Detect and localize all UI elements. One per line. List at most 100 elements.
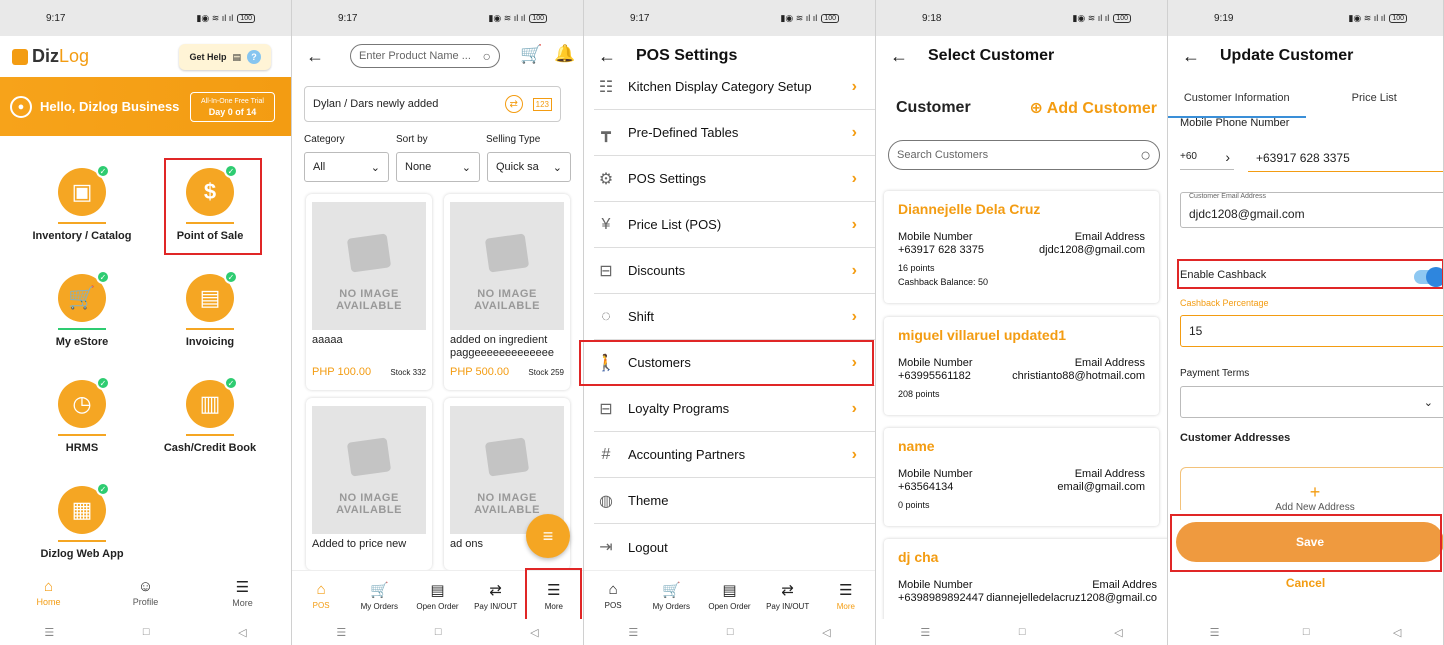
back-arrow-icon[interactable]: ←	[890, 46, 908, 67]
nav-profile[interactable]: ☺ Profile	[116, 578, 176, 607]
tile-inventory[interactable]: ▣ ✓ Inventory / Catalog	[27, 164, 137, 242]
product-card[interactable]: NO IMAGE AVAILABLE aaaaa PHP 100.00 Stoc…	[306, 194, 432, 390]
system-nav: ☰ □ ◁	[292, 619, 583, 645]
bell-icon[interactable]: 🔔	[554, 44, 575, 64]
tile-label: HRMS	[65, 442, 99, 454]
selling-type-select[interactable]: Quick sa ⌄	[487, 152, 571, 182]
screenshot-strip: 9:17 ▮◉ ≋ ıl ıl 100 DizLog Get Help ▤? ● H…	[0, 0, 1444, 645]
menu-icon[interactable]: ☰	[920, 626, 930, 639]
menu-icon[interactable]: ☰	[1210, 626, 1220, 639]
get-help-button[interactable]: Get Help ▤?	[179, 44, 271, 70]
battery-icon: 100	[529, 13, 547, 23]
product-search-input[interactable]: Enter Product Name ... ○	[350, 44, 500, 68]
swap-icon[interactable]: ⇄	[504, 95, 523, 113]
receipt-icon: ▤	[722, 581, 737, 599]
menu-icon[interactable]: ☰	[44, 626, 54, 639]
trial-badge[interactable]: All-In-One Free Trial Day 0 of 14	[189, 92, 275, 122]
back-arrow-icon[interactable]: ←	[1182, 46, 1200, 67]
home-square-icon[interactable]: □	[1019, 626, 1026, 638]
cashback-percentage-input[interactable]: 15	[1180, 315, 1443, 347]
tile-hrms[interactable]: ◷ ✓ HRMS	[27, 376, 137, 454]
add-address-button[interactable]: + Add New Address	[1180, 467, 1443, 515]
nav-my-orders[interactable]: 🛒 My Orders	[643, 581, 699, 611]
selected-customer-bar[interactable]: Dylan / Dars newly added ⇄ 123	[304, 86, 561, 122]
menu-icon[interactable]: ☰	[628, 626, 638, 639]
back-triangle-icon[interactable]: ◁	[530, 626, 538, 639]
status-time: 9:17	[630, 12, 650, 24]
sort-select[interactable]: None ⌄	[396, 152, 480, 182]
product-card[interactable]: NO IMAGE AVAILABLE Added to price new	[306, 398, 432, 570]
country-code-select[interactable]: +60 ›	[1180, 144, 1234, 170]
customer-cashback: Cashback Balance: 50	[898, 277, 989, 287]
nav-pos[interactable]: ⌂ POS	[293, 581, 349, 610]
menu-item-logout[interactable]: ⇥ Logout	[594, 524, 875, 570]
menu-item-pos-settings[interactable]: ⚙ POS Settings ›	[594, 156, 875, 202]
tile-web-app[interactable]: ▦ ✓ Dizlog Web App	[27, 482, 137, 560]
tab-customer-information[interactable]: Customer Information	[1168, 86, 1306, 118]
menu-item-discounts[interactable]: ⊟ Discounts ›	[594, 248, 875, 294]
back-triangle-icon[interactable]: ◁	[822, 626, 830, 639]
menu-item-tables[interactable]: ┳ Pre-Defined Tables ›	[594, 110, 875, 156]
home-square-icon[interactable]: □	[435, 626, 442, 638]
hash-icon: #	[601, 445, 611, 463]
home-square-icon[interactable]: □	[727, 626, 734, 638]
back-triangle-icon[interactable]: ◁	[1393, 626, 1401, 639]
highlight-box	[164, 158, 262, 255]
gear-icon: ⚙	[598, 170, 614, 188]
customer-card[interactable]: dj cha Mobile Number Email Addres +639898…	[884, 539, 1167, 629]
home-square-icon[interactable]: □	[143, 626, 150, 638]
tab-bar: Customer Information Price List	[1168, 86, 1443, 118]
payment-terms-select[interactable]: ⌄	[1180, 386, 1443, 418]
back-arrow-icon[interactable]: ←	[306, 46, 324, 67]
menu-item-price-list[interactable]: ¥ Price List (POS) ›	[594, 202, 875, 248]
customer-card[interactable]: name Mobile Number Email Address +6356413…	[884, 428, 1159, 526]
product-card[interactable]: NO IMAGE AVAILABLE added on ingredient p…	[444, 194, 570, 390]
mobile-input[interactable]: +63917 628 3375	[1248, 144, 1443, 172]
nav-pay-in-out[interactable]: ⇄ Pay IN/OUT	[468, 581, 524, 611]
tile-label: Invoicing	[185, 336, 235, 348]
back-triangle-icon[interactable]: ◁	[1114, 626, 1122, 639]
nav-my-orders[interactable]: 🛒 My Orders	[351, 581, 407, 611]
menu-item-theme[interactable]: ◍ Theme	[594, 478, 875, 524]
menu-fab-button[interactable]: ≡	[526, 514, 570, 558]
greeting-text: Hello, Dizlog Business	[40, 99, 180, 114]
nav-home[interactable]: ⌂ Home	[19, 578, 79, 607]
menu-item-accounting[interactable]: # Accounting Partners ›	[594, 432, 875, 478]
nav-open-order[interactable]: ▤ Open Order	[409, 581, 465, 611]
check-icon: ✓	[96, 482, 110, 496]
customer-card[interactable]: Diannejelle Dela Cruz Mobile Number Email…	[884, 191, 1159, 303]
app-header: DizLog Get Help ▤?	[0, 36, 291, 77]
tile-bar	[186, 328, 234, 330]
chevron-right-icon: ›	[851, 215, 857, 233]
back-triangle-icon[interactable]: ◁	[238, 626, 246, 639]
nav-more[interactable]: ☰ More	[818, 581, 874, 611]
email-input[interactable]: Customer Email Address djdc1208@gmail.co…	[1180, 192, 1443, 228]
tile-cash-credit-book[interactable]: ▥ ✓ Cash/Credit Book	[155, 376, 265, 454]
numpad-icon[interactable]: 123	[532, 97, 552, 111]
tile-estore[interactable]: 🛒 ✓ My eStore	[27, 270, 137, 348]
customer-search-input[interactable]: Search Customers ○	[888, 140, 1160, 170]
nav-open-order[interactable]: ▤ Open Order	[701, 581, 757, 611]
cancel-button[interactable]: Cancel	[1168, 576, 1443, 590]
customer-card[interactable]: miguel villaruel updated1 Mobile Number E…	[884, 317, 1159, 415]
profile-icon: ☺	[137, 578, 154, 595]
category-select[interactable]: All ⌄	[304, 152, 389, 182]
battery-icon: 100	[821, 13, 839, 23]
product-image-placeholder: NO IMAGE AVAILABLE	[450, 202, 564, 330]
tab-price-list[interactable]: Price List	[1306, 86, 1444, 118]
menu-item-kitchen-display[interactable]: ☷ Kitchen Display Category Setup ›	[594, 64, 875, 110]
menu-item-loyalty[interactable]: ⊟ Loyalty Programs ›	[594, 386, 875, 432]
menu-icon[interactable]: ☰	[336, 626, 346, 639]
nav-pos[interactable]: ⌂ POS	[585, 581, 641, 610]
tile-invoicing[interactable]: ▤ ✓ Invoicing	[155, 270, 265, 348]
cart-icon[interactable]: 🛒	[520, 44, 542, 65]
home-square-icon[interactable]: □	[1303, 626, 1310, 638]
category-label: Category	[304, 134, 345, 145]
menu-item-shift[interactable]: ◌ Shift ›	[594, 294, 875, 340]
add-customer-button[interactable]: ⊕ Add Customer	[1030, 98, 1158, 118]
chevron-right-icon: ›	[851, 399, 857, 417]
page-title: Update Customer	[1220, 47, 1354, 64]
nav-more[interactable]: ☰ More	[213, 578, 273, 608]
nav-pay-in-out[interactable]: ⇄ Pay IN/OUT	[760, 581, 816, 611]
highlight-box	[1177, 259, 1443, 289]
